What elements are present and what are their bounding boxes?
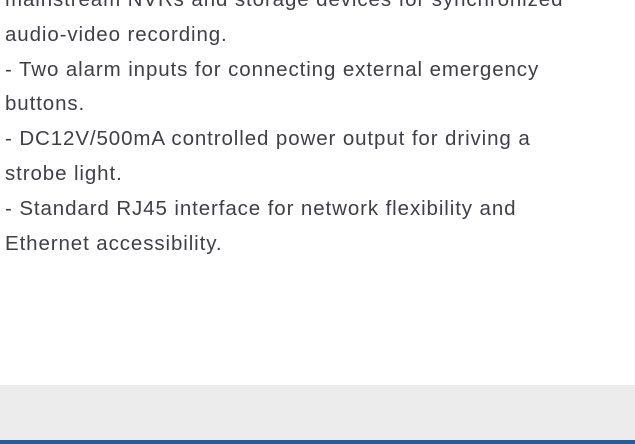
footer-band bbox=[0, 385, 635, 440]
description-line: mainstream NVRs and storage devices for … bbox=[5, 0, 633, 18]
description-line: buttons. bbox=[5, 92, 86, 116]
product-description: mainstream NVRs and storage devices for … bbox=[5, 0, 633, 261]
description-line: Ethernet accessibility. bbox=[5, 231, 223, 255]
footer-accent-strip bbox=[0, 440, 635, 444]
description-line: - DC12V/500mA controlled power output fo… bbox=[5, 127, 531, 151]
description-line: strobe light. bbox=[5, 161, 123, 185]
description-line: - Standard RJ45 interface for network fl… bbox=[5, 196, 517, 220]
description-line: audio-video recording. bbox=[5, 22, 228, 46]
description-line: - Two alarm inputs for connecting extern… bbox=[5, 57, 540, 81]
